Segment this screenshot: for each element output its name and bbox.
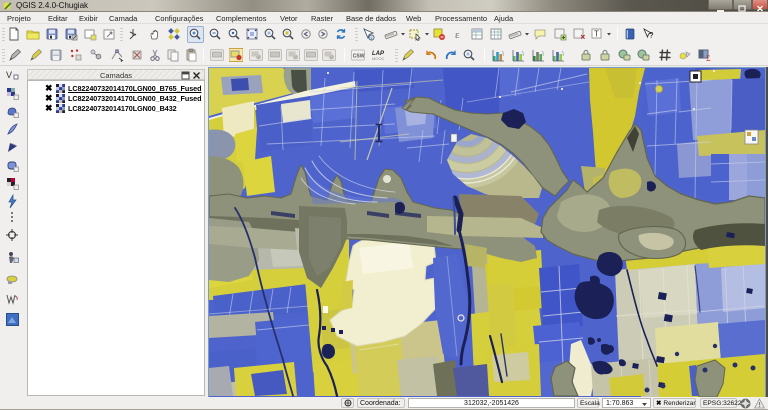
- svg-text:MOOC: MOOC: [372, 56, 385, 61]
- svg-text:ε: ε: [455, 29, 460, 41]
- svg-text:?: ?: [649, 31, 654, 40]
- svg-text:Σ: Σ: [706, 54, 711, 62]
- svg-text:CSW: CSW: [353, 54, 365, 60]
- svg-text:T: T: [594, 30, 599, 39]
- svg-text:V: V: [6, 70, 12, 80]
